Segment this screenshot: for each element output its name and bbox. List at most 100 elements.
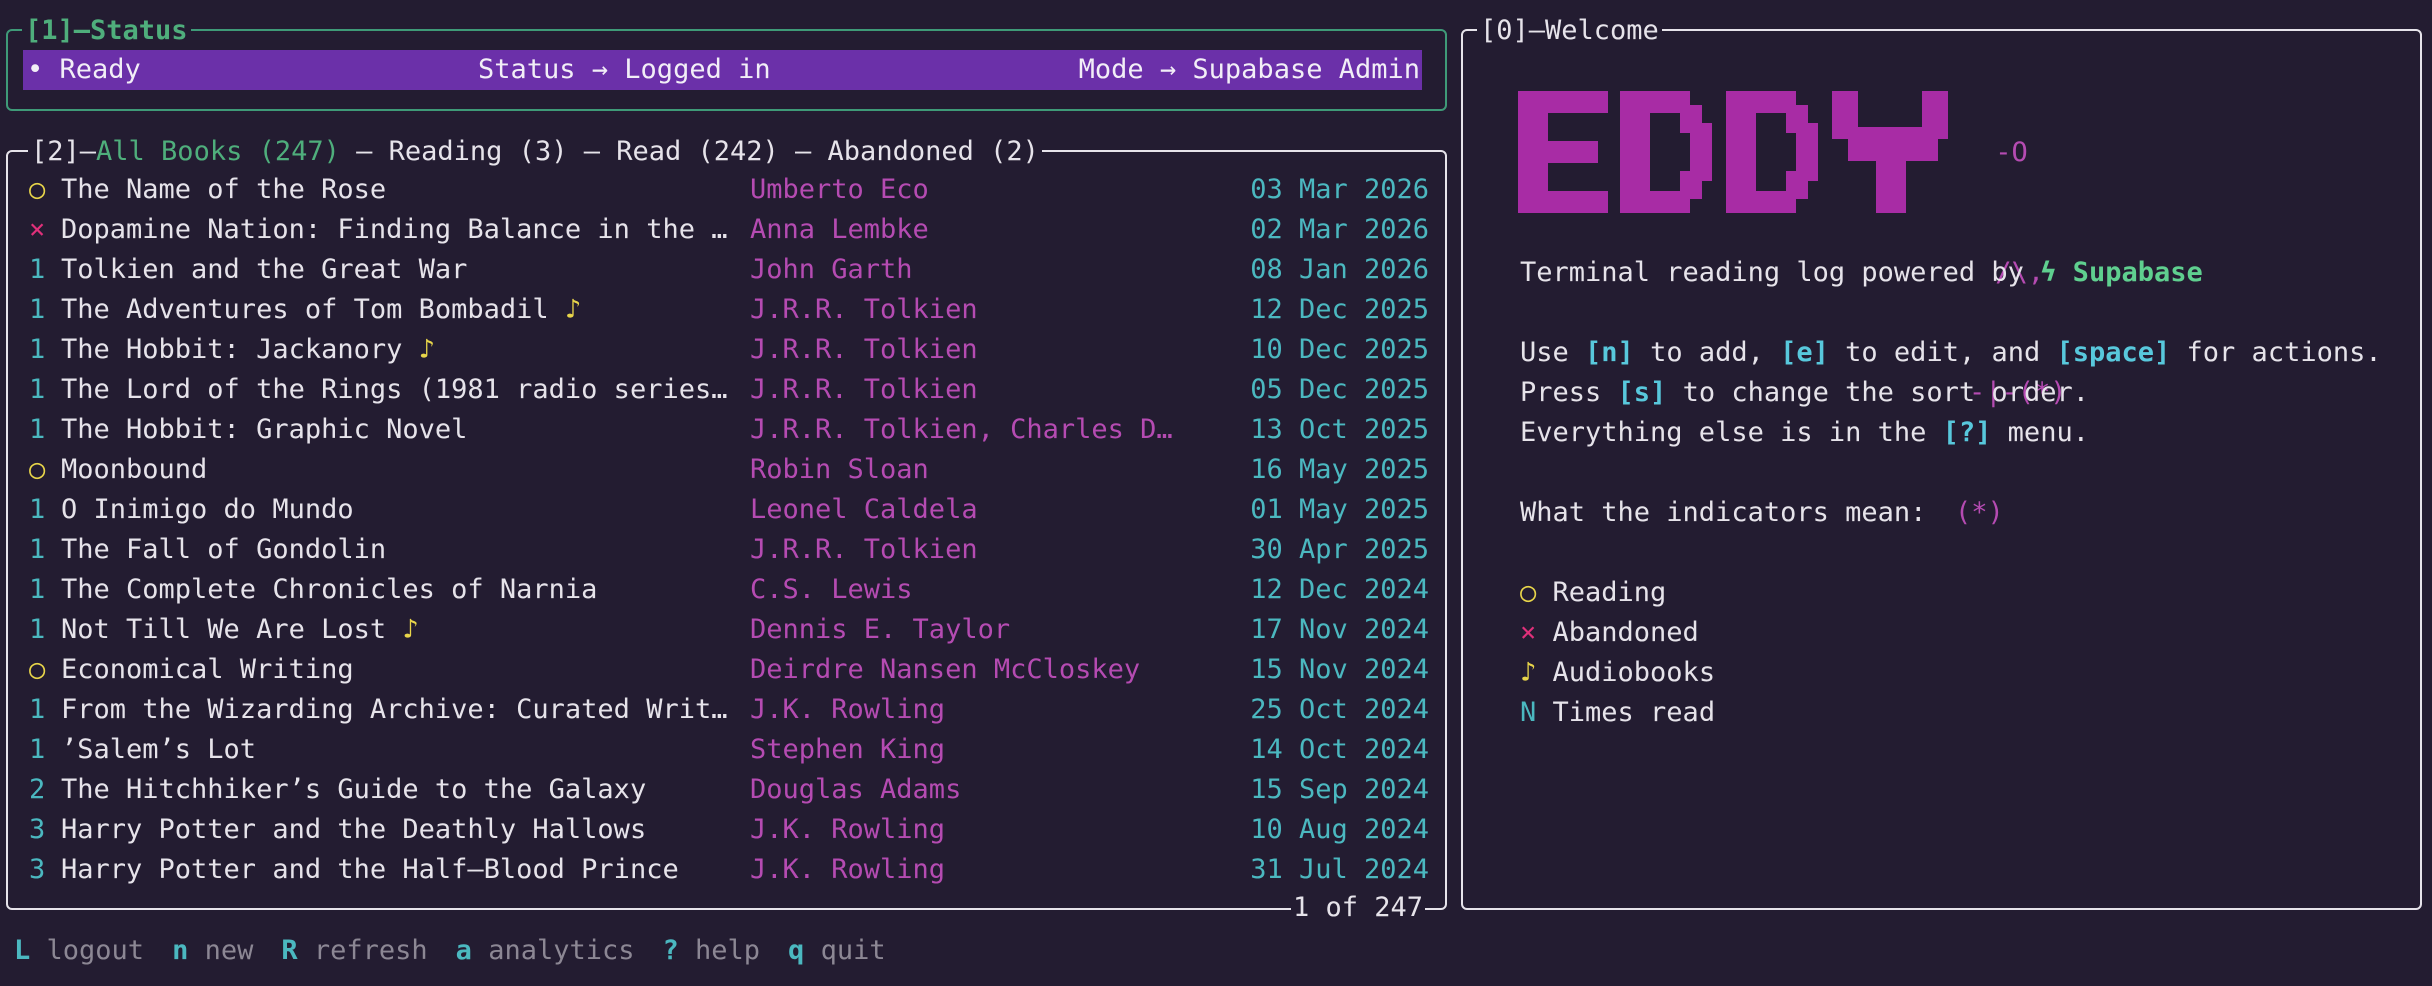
keybinding-key: a xyxy=(455,935,489,966)
keybinding-key: q xyxy=(788,935,821,966)
book-date: 14 Oct 2024 xyxy=(1250,734,1429,765)
book-title-text: The Name of the Rose xyxy=(61,174,387,205)
book-row[interactable]: 1 The Hobbit: Graphic Novel J.R.R. Tolkien… xyxy=(29,410,1429,450)
book-row[interactable]: 1 Tolkien and the Great War John Garth 08 J… xyxy=(29,250,1429,290)
tab-reading[interactable]: — Reading (3) xyxy=(340,136,567,167)
book-row[interactable]: 3 Harry Potter and the Half—Blood Prince J… xyxy=(29,850,1429,890)
keybinding-analytics[interactable]: a analytics xyxy=(456,935,663,966)
times-read-count: 1 xyxy=(29,334,46,365)
book-row[interactable]: ○ The Name of the Rose Umberto Eco 03 Mar 2… xyxy=(29,170,1429,210)
times-read-count: 2 xyxy=(29,774,46,805)
book-title: Tolkien and the Great War xyxy=(61,250,761,290)
book-row[interactable]: 1 ’Salem’s Lot Stephen King 14 Oct 2024 xyxy=(29,730,1429,770)
book-title: ’Salem’s Lot xyxy=(61,730,761,770)
book-title: The Hobbit: Graphic Novel xyxy=(61,410,761,450)
book-author: Stephen King xyxy=(750,734,946,765)
book-title: From the Wizarding Archive: Curated Writ… xyxy=(61,690,761,730)
book-row[interactable]: 1 The Adventures of Tom Bombadil ♪ J.R.R. … xyxy=(29,290,1429,330)
book-row[interactable]: 1 The Fall of Gondolin J.R.R. Tolkien 30 Ap… xyxy=(29,530,1429,570)
book-row[interactable]: 1 The Complete Chronicles of Narnia C.S. L… xyxy=(29,570,1429,610)
book-date: 08 Jan 2026 xyxy=(1250,254,1429,285)
keybinding-refresh[interactable]: R refresh xyxy=(281,935,455,966)
help-text: to change the sort order. xyxy=(1666,377,2089,408)
keybinding-new[interactable]: n new xyxy=(172,935,281,966)
book-author: Dennis E. Taylor xyxy=(750,614,1011,645)
book-date: 12 Dec 2024 xyxy=(1250,574,1429,605)
ready-indicator: • Ready xyxy=(27,54,141,85)
times-read-count: 1 xyxy=(29,614,46,645)
book-date: 02 Mar 2026 xyxy=(1250,214,1429,245)
keybinding-quit[interactable]: q quit xyxy=(788,935,914,966)
book-row[interactable]: 1 Not Till We Are Lost ♪ Dennis E. Taylor 1… xyxy=(29,610,1429,650)
audiobook-icon: ♪ xyxy=(386,614,419,645)
welcome-panel-title: [0]—Welcome xyxy=(1477,13,1662,49)
help-text: Use xyxy=(1520,337,1586,368)
tagline-text: Terminal reading log powered by xyxy=(1520,257,2041,288)
book-title-text: The Adventures of Tom Bombadil xyxy=(61,294,549,325)
book-title-text: The Hobbit: Jackanory xyxy=(61,334,403,365)
book-row[interactable]: 1 The Hobbit: Jackanory ♪ J.R.R. Tolkien 10… xyxy=(29,330,1429,370)
key-e: [e] xyxy=(1780,337,1829,368)
tab-abandoned[interactable]: — Abandoned (2) xyxy=(779,136,1039,167)
book-row[interactable]: 3 Harry Potter and the Deathly Hallows J.K… xyxy=(29,810,1429,850)
book-title-text: Harry Potter and the Deathly Hallows xyxy=(61,814,647,845)
times-read-count: 3 xyxy=(29,814,46,845)
book-title-text: Not Till We Are Lost xyxy=(61,614,387,645)
book-row[interactable]: 1 From the Wizarding Archive: Curated Wri… xyxy=(29,690,1429,730)
tab-read[interactable]: — Read (242) xyxy=(567,136,779,167)
book-author: Robin Sloan xyxy=(750,454,929,485)
keybinding-key: R xyxy=(281,935,314,966)
ascii-line: (*) xyxy=(1955,497,2004,528)
legend-item: N Times read xyxy=(1520,693,1715,733)
book-author: Deirdre Nansen McCloskey xyxy=(750,654,1141,685)
book-title-text: O Inimigo do Mundo xyxy=(61,494,354,525)
times-read-count: 1 xyxy=(29,534,46,565)
tagline: Terminal reading log powered by ϟ Supaba… xyxy=(1520,253,2203,293)
keybinding-label: refresh xyxy=(313,935,428,966)
book-author: Umberto Eco xyxy=(750,174,929,205)
reading-icon: ○ xyxy=(1520,577,1553,608)
keybinding-label: quit xyxy=(820,935,886,966)
book-title: O Inimigo do Mundo xyxy=(61,490,761,530)
key-s: [s] xyxy=(1617,377,1667,408)
key-space: [space] xyxy=(2056,337,2171,368)
help-text: menu. xyxy=(1991,417,2089,448)
key-n: [n] xyxy=(1585,337,1634,368)
book-row[interactable]: ○ Moonbound Robin Sloan 16 May 2025 xyxy=(29,450,1429,490)
book-date: 17 Nov 2024 xyxy=(1250,614,1429,645)
book-author: J.R.R. Tolkien xyxy=(750,294,978,325)
book-row[interactable]: 1 The Lord of the Rings (1981 radio serie… xyxy=(29,370,1429,410)
book-row[interactable]: ○ Economical Writing Deirdre Nansen McClos… xyxy=(29,650,1429,690)
book-title: The Hitchhiker’s Guide to the Galaxy xyxy=(61,770,761,810)
book-row[interactable]: 1 O Inimigo do Mundo Leonel Caldela 01 May … xyxy=(29,490,1429,530)
book-title: The Lord of the Rings (1981 radio series… xyxy=(61,370,761,410)
help-line-menu: Everything else is in the [?] menu. xyxy=(1520,413,2089,453)
times-read-count: 1 xyxy=(29,294,46,325)
book-row[interactable]: 2 The Hitchhiker’s Guide to the Galaxy Dou… xyxy=(29,770,1429,810)
book-title: Moonbound xyxy=(61,450,761,490)
books-panel-number: [2]— xyxy=(31,136,97,167)
book-title: The Complete Chronicles of Narnia xyxy=(61,570,761,610)
reading-icon: ○ xyxy=(29,174,46,205)
book-title: The Adventures of Tom Bombadil ♪ xyxy=(61,290,761,330)
book-title-text: The Hobbit: Graphic Novel xyxy=(61,414,468,445)
ascii-line: -O xyxy=(1979,137,2028,168)
book-author: Leonel Caldela xyxy=(750,494,978,525)
tab-all-books[interactable]: All Books (247) xyxy=(96,136,340,167)
help-text: to add, xyxy=(1633,337,1781,368)
book-title-text: ’Salem’s Lot xyxy=(61,734,257,765)
book-author: J.K. Rowling xyxy=(750,694,946,725)
help-text: Everything else is in the xyxy=(1520,417,1943,448)
keybinding-logout[interactable]: L logout xyxy=(14,935,172,966)
book-date: 12 Dec 2025 xyxy=(1250,294,1429,325)
book-row[interactable]: × Dopamine Nation: Finding Balance in the… xyxy=(29,210,1429,250)
book-date: 10 Dec 2025 xyxy=(1250,334,1429,365)
eddy-logo xyxy=(1518,91,1948,213)
book-date: 13 Oct 2025 xyxy=(1250,414,1429,445)
audiobook-icon: ♪ xyxy=(548,294,582,325)
book-title: Harry Potter and the Deathly Hallows xyxy=(61,810,761,850)
book-date: 15 Nov 2024 xyxy=(1250,654,1429,685)
keybinding-help[interactable]: ? help xyxy=(663,935,789,966)
book-author: J.R.R. Tolkien, Charles D… xyxy=(750,414,1173,445)
book-author: John Garth xyxy=(750,254,913,285)
